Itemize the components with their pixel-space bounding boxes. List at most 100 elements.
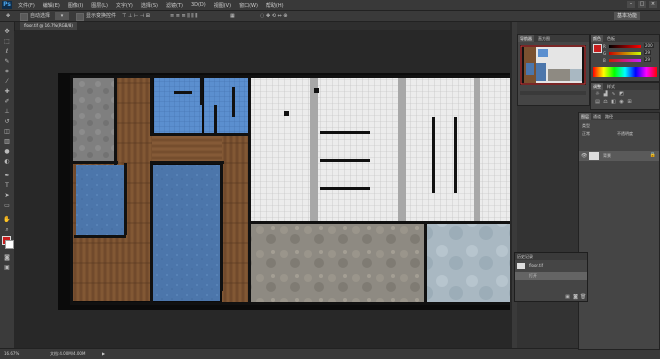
color-ramp[interactable] xyxy=(593,67,657,77)
menu-view[interactable]: 视图(V) xyxy=(214,2,231,9)
bw-icon[interactable]: ◧ xyxy=(611,100,616,105)
hand-tool-icon[interactable]: ✋ xyxy=(3,216,11,224)
align-icons[interactable]: ⊤ ⊥ ⊢ ⊣ ⊞ xyxy=(122,12,150,20)
eraser-tool-icon[interactable]: ◫ xyxy=(3,128,11,136)
r-label: R xyxy=(603,44,606,49)
menu-help[interactable]: 帮助(H) xyxy=(266,2,284,9)
navigator-zoom-slider[interactable] xyxy=(520,91,586,95)
dodge-tool-icon[interactable]: ◐ xyxy=(3,158,11,166)
tab-histogram[interactable]: 直方图 xyxy=(536,35,552,42)
screen-mode-icon[interactable]: ▣ xyxy=(3,264,11,272)
tab-layers[interactable]: 图层 xyxy=(579,113,591,120)
menu-file[interactable]: 文件(F) xyxy=(18,2,35,9)
tab-color[interactable]: 颜色 xyxy=(591,35,603,42)
layer-thumbnail xyxy=(589,152,599,160)
lasso-tool-icon[interactable]: ℓ xyxy=(3,48,11,56)
g-slider[interactable] xyxy=(609,52,641,55)
close-button[interactable]: × xyxy=(649,1,657,8)
status-arrow-icon[interactable]: ▶ xyxy=(102,350,105,358)
move-tool-icon[interactable]: ✥ xyxy=(3,28,11,36)
navigator-thumbnail[interactable] xyxy=(520,45,586,85)
fg-swatch-small[interactable] xyxy=(593,44,602,53)
quick-select-icon[interactable]: ✎ xyxy=(3,58,11,66)
menu-3d[interactable]: 3D(D) xyxy=(191,2,206,8)
blue-room-left xyxy=(76,165,124,235)
gradient-tool-icon[interactable]: ▥ xyxy=(3,138,11,146)
path-select-icon[interactable]: ➤ xyxy=(3,192,11,200)
menu-filter[interactable]: 滤镜(T) xyxy=(166,2,183,9)
marquee-tool-icon[interactable]: ⬚ xyxy=(3,38,11,46)
eye-icon[interactable]: 👁 xyxy=(581,153,587,159)
exposure-icon[interactable]: ◩ xyxy=(619,92,624,97)
blend-mode-select[interactable]: 正常 xyxy=(582,131,590,137)
background-color-swatch[interactable] xyxy=(5,240,14,249)
zoom-level[interactable]: 16.67% xyxy=(4,350,19,358)
curves-icon[interactable]: ∿ xyxy=(611,92,616,97)
brush-tool-icon[interactable]: ✐ xyxy=(3,98,11,106)
clone-stamp-icon[interactable]: ⊥ xyxy=(3,108,11,116)
healing-brush-icon[interactable]: ✚ xyxy=(3,88,11,96)
b-slider[interactable] xyxy=(609,59,641,62)
history-snapshot[interactable]: floor.tif xyxy=(517,262,585,270)
layer-row-background[interactable]: 👁 背景 🔒 xyxy=(579,151,659,161)
eyedropper-icon[interactable]: ⁄ xyxy=(3,78,11,86)
menu-type[interactable]: 文字(Y) xyxy=(116,2,133,9)
tab-swatches[interactable]: 色板 xyxy=(605,35,617,42)
history-state-open[interactable]: 打开 xyxy=(515,272,587,280)
auto-align-icon[interactable]: ▦ xyxy=(230,12,235,20)
canvas-area[interactable] xyxy=(14,31,520,348)
photo-filter-icon[interactable]: ◉ xyxy=(619,100,624,105)
window-controls: – □ × xyxy=(627,1,657,8)
menu-edit[interactable]: 编辑(E) xyxy=(43,2,60,9)
history-panel-header[interactable]: 历史记录 xyxy=(515,253,587,260)
color-panel: 颜色 色板 R 200 G 29 B 29 xyxy=(590,34,660,82)
crop-tool-icon[interactable]: ⌗ xyxy=(3,68,11,76)
zoom-tool-icon[interactable]: ⌕ xyxy=(3,226,11,234)
document-tab[interactable]: floor.tif @ 16.7%(RGB/8) xyxy=(20,22,77,30)
new-snapshot-icon[interactable]: ▣ xyxy=(565,295,570,300)
channel-mixer-icon[interactable]: ⊞ xyxy=(627,100,632,105)
b-value[interactable]: 29 xyxy=(644,57,652,62)
menu-image[interactable]: 图像(I) xyxy=(68,2,83,9)
menu-window[interactable]: 窗口(W) xyxy=(239,2,258,9)
hue-icon[interactable]: ▤ xyxy=(595,100,600,105)
tab-styles[interactable]: 样式 xyxy=(605,83,617,90)
brightness-icon[interactable]: ☼ xyxy=(595,92,600,97)
auto-select-checkbox[interactable] xyxy=(20,13,28,21)
maximize-button[interactable]: □ xyxy=(638,1,646,8)
pen-tool-icon[interactable]: ✒ xyxy=(3,172,11,180)
type-tool-icon[interactable]: T xyxy=(3,182,11,190)
snapshot-name: floor.tif xyxy=(529,263,544,268)
3d-mode-icons[interactable]: ◌ ✥ ⟲ ⇔ ⊕ xyxy=(260,12,287,20)
g-value[interactable]: 29 xyxy=(644,50,652,55)
tab-paths[interactable]: 路径 xyxy=(603,113,615,120)
tab-channels[interactable]: 通道 xyxy=(591,113,603,120)
show-transform-checkbox[interactable] xyxy=(76,13,84,21)
tab-adjustments[interactable]: 调整 xyxy=(591,83,603,90)
document-canvas[interactable] xyxy=(14,31,520,348)
fixture-bar-2 xyxy=(320,159,370,162)
trash-icon[interactable]: 🗑 xyxy=(580,295,586,300)
shape-tool-icon[interactable]: ▭ xyxy=(3,202,11,210)
camera-icon[interactable]: ◙ xyxy=(573,295,578,300)
layer-name[interactable]: 背景 xyxy=(603,153,611,159)
layer-filter-kind[interactable]: 类型 xyxy=(582,123,590,129)
r-value[interactable]: 200 xyxy=(644,43,654,48)
opacity-label: 不透明度 xyxy=(617,131,633,136)
history-brush-icon[interactable]: ↺ xyxy=(3,118,11,126)
levels-icon[interactable]: ▟ xyxy=(603,92,608,97)
workspace-dropdown[interactable]: 基本功能 xyxy=(614,12,640,20)
b-label: B xyxy=(603,58,606,63)
tab-navigator[interactable]: 导航器 xyxy=(518,35,534,42)
balance-icon[interactable]: ⚖ xyxy=(603,100,608,105)
quick-mask-icon[interactable]: ◙ xyxy=(3,254,11,262)
r-slider[interactable] xyxy=(609,45,641,48)
blur-tool-icon[interactable]: ● xyxy=(3,148,11,156)
menu-select[interactable]: 选择(S) xyxy=(141,2,158,9)
photoshop-window: Ps 文件(F) 编辑(E) 图像(I) 图层(L) 文字(Y) 选择(S) 滤… xyxy=(0,0,660,359)
menu-layer[interactable]: 图层(L) xyxy=(91,2,108,9)
distribute-icons[interactable]: ≡ ≡ ≡ ⫼ ⫼ ⫼ xyxy=(170,12,197,20)
layer-dropdown[interactable]: ▾ xyxy=(55,12,69,20)
minimize-button[interactable]: – xyxy=(627,1,635,8)
move-tool-icon[interactable]: ✥ xyxy=(6,12,10,20)
